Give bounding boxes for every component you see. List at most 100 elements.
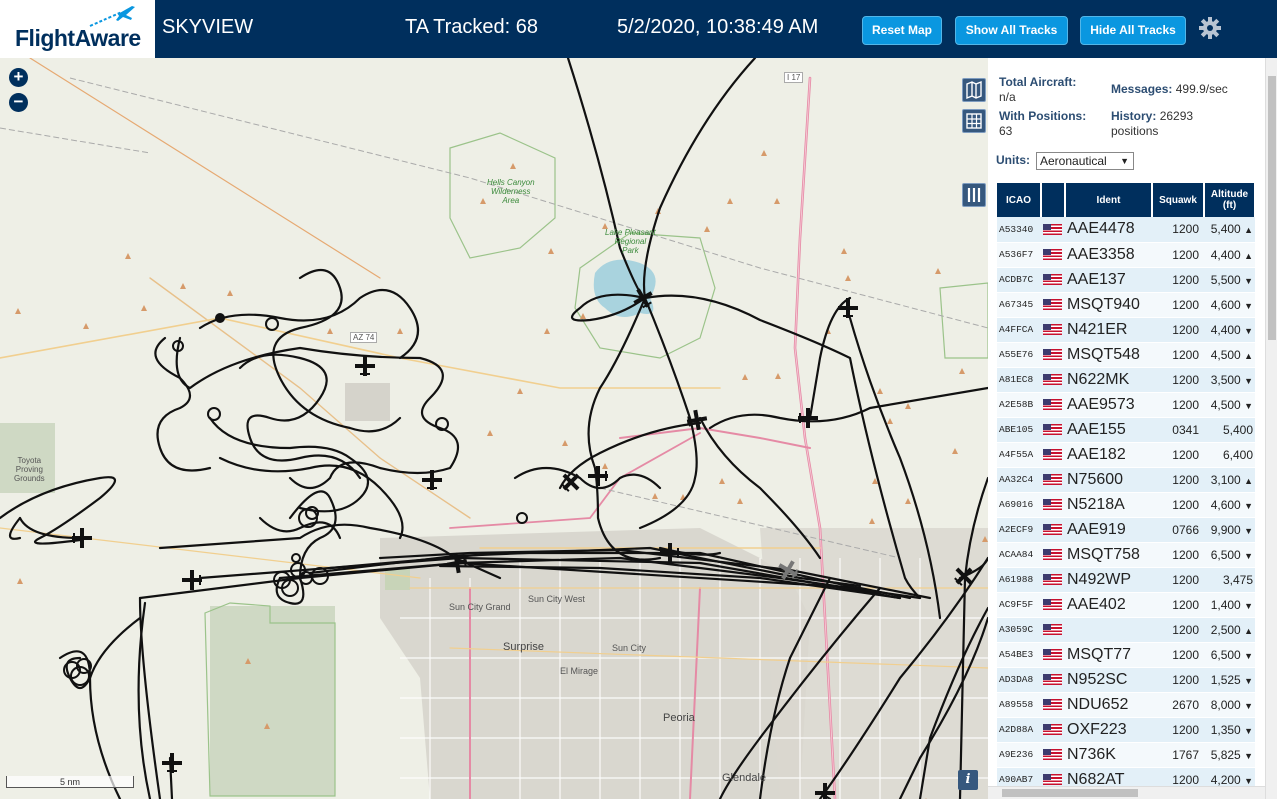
altitude-cell: 3,475 [1204, 567, 1255, 593]
proving-grounds-label: Toyota Proving Grounds [14, 456, 45, 483]
us-flag-icon [1041, 367, 1065, 393]
az74-shield: AZ 74 [350, 332, 378, 343]
map-canvas[interactable]: Hells Canyon Wilderness Area Lake Pleasant… [0, 58, 988, 799]
units-select[interactable]: Aeronautical ▼ [1036, 152, 1134, 170]
table-row[interactable]: A54BE3 MSQT77 1200 6,500 ▼ [997, 642, 1255, 668]
reset-map-button[interactable]: Reset Map [862, 16, 942, 45]
altitude-trend-icon: ▼ [1244, 525, 1253, 536]
altitude-trend-icon: ▲ [1244, 475, 1253, 486]
hide-all-tracks-button[interactable]: Hide All Tracks [1080, 16, 1186, 45]
table-row[interactable]: AD3DA8 N952SC 1200 1,525 ▼ [997, 667, 1255, 693]
altitude-trend-icon: ▼ [1244, 675, 1253, 686]
ident-cell: N421ER [1065, 317, 1152, 343]
table-row[interactable]: A2ECF9 AAE919 0766 9,900 ▼ [997, 517, 1255, 543]
sun-city-label: Sun City [612, 643, 647, 653]
show-all-tracks-button[interactable]: Show All Tracks [955, 16, 1068, 45]
ident-cell: AAE4478 [1065, 217, 1152, 243]
table-row[interactable]: A53340 AAE4478 1200 5,400 ▲ [997, 217, 1255, 243]
zoom-in-button[interactable]: + [9, 68, 28, 87]
squawk-cell: 2670 [1152, 692, 1204, 718]
table-row[interactable]: A3059C 1200 2,500 ▲ [997, 617, 1255, 643]
altitude-cell: 1,350 ▼ [1204, 717, 1255, 743]
table-row[interactable]: ACDB7C AAE137 1200 5,500 ▼ [997, 267, 1255, 293]
icao-cell: A61988 [997, 567, 1041, 593]
map-layers-icon[interactable] [962, 78, 986, 102]
icao-cell: ACAA84 [997, 542, 1041, 568]
us-flag-icon [1041, 617, 1065, 643]
col-ident[interactable]: Ident [1065, 183, 1153, 217]
page-title: SKYVIEW [162, 16, 254, 38]
icao-cell: ACDB7C [997, 267, 1041, 293]
icao-cell: A2ECF9 [997, 517, 1041, 543]
table-row[interactable]: A89558 NDU652 2670 8,000 ▼ [997, 692, 1255, 718]
altitude-cell: 4,400 ▲ [1204, 242, 1255, 268]
horizontal-scrollbar-thumb[interactable] [1002, 789, 1138, 797]
ident-cell: AAE402 [1065, 592, 1152, 618]
altitude-cell: 4,600 ▼ [1204, 292, 1255, 318]
table-row[interactable]: A9E236 N736K 1767 5,825 ▼ [997, 742, 1255, 768]
altitude-trend-icon: ▼ [1244, 775, 1253, 786]
table-row[interactable]: A67345 MSQT940 1200 4,600 ▼ [997, 292, 1255, 318]
altitude-trend-icon: ▼ [1244, 750, 1253, 761]
grid-icon[interactable] [962, 109, 986, 133]
us-flag-icon [1041, 467, 1065, 493]
squawk-cell: 1200 [1152, 642, 1204, 668]
table-row[interactable]: A4F55A AAE182 1200 6,400 [997, 442, 1255, 468]
ident-cell: N736K [1065, 742, 1152, 768]
table-row[interactable]: A81EC8 N622MK 1200 3,500 ▼ [997, 367, 1255, 393]
us-flag-icon [1041, 692, 1065, 718]
icao-cell: A2D88A [997, 717, 1041, 743]
altitude-trend-icon: ▲ [1244, 225, 1253, 236]
zoom-out-button[interactable]: − [9, 93, 28, 112]
table-row[interactable]: A536F7 AAE3358 1200 4,400 ▲ [997, 242, 1255, 268]
tracked-count: TA Tracked: 68 [405, 16, 539, 38]
ident-cell: NDU652 [1065, 692, 1152, 718]
us-flag-icon [1041, 217, 1065, 243]
squawk-cell: 1200 [1152, 717, 1204, 743]
table-row[interactable]: A2D88A OXF223 1200 1,350 ▼ [997, 717, 1255, 743]
squawk-cell: 1200 [1152, 667, 1204, 693]
icao-cell: A55E76 [997, 342, 1041, 368]
table-row[interactable]: AC9F5F AAE402 1200 1,400 ▼ [997, 592, 1255, 618]
table-row[interactable]: AA32C4 N75600 1200 3,100 ▲ [997, 467, 1255, 493]
columns-toggle-icon[interactable] [962, 183, 986, 207]
icao-cell: A89558 [997, 692, 1041, 718]
squawk-cell: 1200 [1152, 217, 1204, 243]
sidebar-scrollbar[interactable] [1265, 58, 1277, 799]
icao-cell: A67345 [997, 292, 1041, 318]
glendale-label: Glendale [722, 772, 767, 784]
col-flag[interactable] [1041, 183, 1066, 217]
flightaware-logo[interactable]: FlightAware [0, 0, 155, 58]
scrollbar-thumb[interactable] [1268, 76, 1276, 340]
table-row[interactable]: A55E76 MSQT548 1200 4,500 ▲ [997, 342, 1255, 368]
squawk-cell: 1200 [1152, 492, 1204, 518]
altitude-trend-icon: ▲ [1244, 625, 1253, 636]
icao-cell: AA32C4 [997, 467, 1041, 493]
altitude-trend-icon: ▼ [1244, 300, 1253, 311]
table-row[interactable]: ACAA84 MSQT758 1200 6,500 ▼ [997, 542, 1255, 568]
table-row[interactable]: A2E58B AAE9573 1200 4,500 ▼ [997, 392, 1255, 418]
us-flag-icon [1041, 442, 1065, 468]
ident-cell: N75600 [1065, 467, 1152, 493]
squawk-cell: 1200 [1152, 317, 1204, 343]
table-row[interactable]: A61988 N492WP 1200 3,475 [997, 567, 1255, 593]
us-flag-icon [1041, 642, 1065, 668]
icao-cell: A4FFCA [997, 317, 1041, 343]
table-row[interactable]: A69016 N5218A 1200 4,600 ▼ [997, 492, 1255, 518]
table-row[interactable]: A4FFCA N421ER 1200 4,400 ▼ [997, 317, 1255, 343]
info-icon[interactable]: i [958, 770, 978, 790]
col-icao[interactable]: ICAO [997, 183, 1042, 217]
ident-cell: AAE137 [1065, 267, 1152, 293]
sidebar-horizontal-scrollbar[interactable] [988, 786, 1265, 799]
col-squawk[interactable]: Squawk [1152, 183, 1205, 217]
table-row[interactable]: ABE105 AAE155 0341 5,400 [997, 417, 1255, 443]
altitude-trend-icon: ▼ [1244, 400, 1253, 411]
us-flag-icon [1041, 417, 1065, 443]
gear-icon[interactable] [1198, 16, 1222, 40]
ident-cell: OXF223 [1065, 717, 1152, 743]
squawk-cell: 1200 [1152, 567, 1204, 593]
us-flag-icon [1041, 392, 1065, 418]
icao-cell: A3059C [997, 617, 1041, 643]
col-altitude[interactable]: Altitude (ft) [1204, 183, 1256, 217]
altitude-cell: 4,500 ▲ [1204, 342, 1255, 368]
